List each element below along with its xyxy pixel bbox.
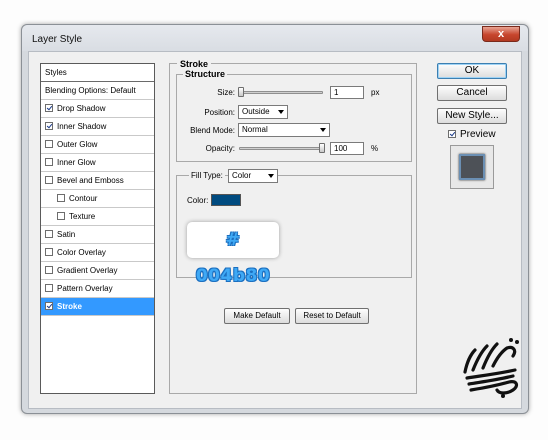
position-label: Position: [204, 108, 235, 117]
checkbox-icon[interactable] [45, 176, 53, 184]
checkbox-icon[interactable] [45, 140, 53, 148]
checkbox-icon[interactable] [45, 104, 53, 112]
style-item-label: Inner Glow [57, 158, 96, 167]
style-item-outer-glow[interactable]: Outer Glow [41, 136, 154, 154]
window-title: Layer Style [32, 34, 83, 45]
size-slider-thumb[interactable] [237, 87, 244, 97]
opacity-slider-track[interactable] [239, 147, 323, 150]
position-value: Outside [242, 107, 270, 116]
chevron-down-icon [278, 110, 284, 114]
color-swatch[interactable] [211, 194, 241, 206]
style-item-label: Pattern Overlay [57, 284, 113, 293]
checkbox-icon[interactable] [45, 302, 53, 310]
opacity-slider-thumb[interactable] [319, 143, 325, 153]
style-item-pattern-overlay[interactable]: Pattern Overlay [41, 280, 154, 298]
preview-shape [459, 154, 485, 180]
style-item-label: Inner Shadow [57, 122, 107, 131]
opacity-unit: % [371, 144, 379, 153]
title-bar: Layer Style x [22, 25, 528, 51]
style-item-inner-glow[interactable]: Inner Glow [41, 154, 154, 172]
size-slider-track[interactable] [239, 91, 323, 94]
style-item-label: Satin [57, 230, 76, 239]
style-item-bevel-and-emboss[interactable]: Bevel and Emboss [41, 172, 154, 190]
style-item-label: Stroke [57, 302, 82, 311]
style-item-drop-shadow[interactable]: Drop Shadow [41, 100, 154, 118]
chevron-down-icon [268, 174, 274, 178]
color-hex-callout: # 004b80 [187, 222, 279, 286]
close-button[interactable]: x [482, 26, 520, 42]
blend-mode-label: Blend Mode: [190, 126, 235, 135]
color-label: Color: [187, 196, 209, 205]
layer-style-dialog: Layer Style x Styles Blending Options: D… [21, 24, 529, 414]
stroke-panel-title: Stroke [177, 59, 212, 69]
checkbox-icon[interactable] [45, 248, 53, 256]
styles-list-header[interactable]: Styles [41, 64, 154, 82]
structure-group: Structure Size: 1 px Position: Outside B… [176, 69, 412, 162]
position-dropdown[interactable]: Outside [238, 105, 288, 119]
stroke-panel: Stroke Structure Size: 1 px Position: Ou… [169, 59, 417, 394]
preview-label: Preview [460, 129, 496, 140]
preview-checkbox[interactable]: Preview [448, 129, 496, 140]
ok-button[interactable]: OK [437, 63, 507, 79]
style-item-satin[interactable]: Satin [41, 226, 154, 244]
make-default-button[interactable]: Make Default [224, 308, 290, 324]
chevron-down-icon [320, 128, 326, 132]
reset-to-default-button[interactable]: Reset to Default [295, 308, 369, 324]
size-label: Size: [217, 88, 235, 97]
checkbox-icon[interactable] [45, 122, 53, 130]
blend-mode-dropdown[interactable]: Normal [238, 123, 330, 137]
style-item-label: Color Overlay [57, 248, 106, 257]
fill-type-value: Color [232, 171, 252, 180]
checkbox-icon[interactable] [45, 158, 53, 166]
size-field[interactable]: 1 [330, 86, 364, 99]
opacity-label: Opacity: [205, 144, 235, 153]
style-item-inner-shadow[interactable]: Inner Shadow [41, 118, 154, 136]
style-item-blending-options-default[interactable]: Blending Options: Default [41, 82, 154, 100]
checkbox-icon[interactable] [57, 212, 65, 220]
styles-list: Styles Blending Options: Default Drop Sha… [40, 63, 155, 394]
preview-check-icon [448, 130, 456, 138]
checkbox-icon[interactable] [45, 230, 53, 238]
style-item-color-overlay[interactable]: Color Overlay [41, 244, 154, 262]
fill-type-dropdown[interactable]: Color [228, 169, 278, 183]
new-style-button[interactable]: New Style... [437, 108, 507, 124]
style-item-stroke[interactable]: Stroke [41, 298, 154, 316]
style-item-gradient-overlay[interactable]: Gradient Overlay [41, 262, 154, 280]
cancel-button[interactable]: Cancel [437, 85, 507, 101]
style-item-texture[interactable]: Texture [41, 208, 154, 226]
style-item-label: Contour [69, 194, 98, 203]
style-item-label: Drop Shadow [57, 104, 106, 113]
style-item-label: Outer Glow [57, 140, 98, 149]
style-item-label: Texture [69, 212, 96, 221]
preview-thumbnail [450, 145, 494, 189]
checkbox-icon[interactable] [57, 194, 65, 202]
opacity-field[interactable]: 100 [330, 142, 364, 155]
fill-type-label: Fill Type: [189, 171, 225, 180]
style-item-label: Bevel and Emboss [57, 176, 124, 185]
size-unit: px [371, 88, 380, 97]
style-item-label: Blending Options: Default [45, 86, 136, 95]
dialog-body: Styles Blending Options: Default Drop Sha… [28, 51, 522, 409]
style-item-contour[interactable]: Contour [41, 190, 154, 208]
logo-icon [463, 338, 519, 398]
checkbox-icon[interactable] [45, 284, 53, 292]
checkbox-icon[interactable] [45, 266, 53, 274]
structure-title: Structure [183, 69, 228, 79]
blend-mode-value: Normal [242, 125, 268, 134]
fill-group: Fill Type: Color Color: # 004b80 [176, 169, 412, 286]
style-item-label: Gradient Overlay [57, 266, 118, 275]
